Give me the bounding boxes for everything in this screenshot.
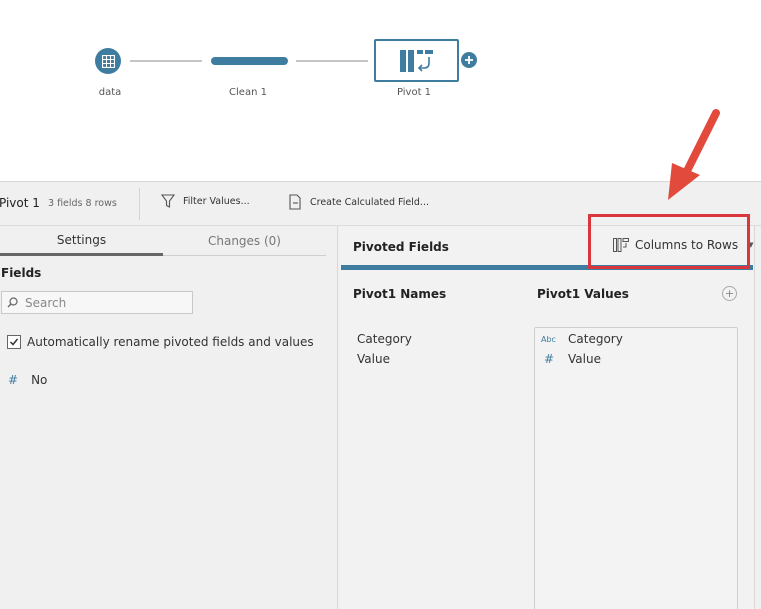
field-name: No bbox=[31, 373, 48, 387]
pivot-value-name: Category bbox=[568, 332, 623, 346]
pivot-values-list: Abc Category # Value bbox=[534, 327, 738, 609]
calculated-field-icon bbox=[289, 194, 301, 210]
pivot-names-heading: Pivot1 Names bbox=[353, 287, 447, 301]
pivot-values-heading: Pivot1 Values bbox=[537, 287, 629, 301]
settings-pane: Settings Changes (0) Fields Search Autom… bbox=[0, 226, 338, 609]
columns-to-rows-icon bbox=[613, 238, 629, 252]
add-step-button[interactable] bbox=[461, 52, 477, 68]
filter-icon bbox=[161, 194, 175, 208]
tab-settings[interactable]: Settings bbox=[0, 226, 163, 256]
filter-values-button[interactable]: Filter Values... bbox=[161, 194, 250, 209]
step-name[interactable]: Pivot 1 bbox=[0, 196, 40, 210]
auto-rename-checkbox[interactable] bbox=[7, 335, 21, 349]
pivoted-fields-pane: Pivoted Fields Columns to Rows ▼ Pivot1 … bbox=[339, 226, 755, 609]
node-label: Clean 1 bbox=[229, 87, 267, 98]
auto-rename-label: Automatically rename pivoted fields and … bbox=[27, 335, 314, 349]
tab-changes[interactable]: Changes (0) bbox=[163, 226, 326, 256]
connector-line bbox=[130, 60, 202, 62]
search-input[interactable]: Search bbox=[1, 291, 193, 314]
plus-icon: + bbox=[724, 287, 735, 300]
input-node-data[interactable] bbox=[95, 48, 121, 74]
pivot-name-item[interactable]: Value bbox=[357, 352, 390, 366]
step-meta: 3 fields 8 rows bbox=[48, 198, 117, 209]
connector-line bbox=[296, 60, 368, 62]
pivot-value-item[interactable]: Abc Category bbox=[541, 332, 623, 346]
field-item-no[interactable]: # No bbox=[8, 373, 47, 387]
search-placeholder: Search bbox=[25, 295, 67, 310]
node-label: Pivot 1 bbox=[396, 87, 432, 98]
pivot-value-name: Value bbox=[568, 352, 601, 366]
clean-step-node[interactable] bbox=[211, 57, 288, 65]
number-type-icon: # bbox=[544, 352, 555, 366]
app-root: data Clean 1 Pivot 1 Pivot 1 3 fields 8 … bbox=[0, 0, 761, 609]
chevron-down-icon: ▼ bbox=[748, 241, 754, 249]
checkmark-icon bbox=[9, 338, 19, 346]
number-type-icon: # bbox=[8, 373, 19, 387]
pivot-value-item[interactable]: # Value bbox=[541, 352, 601, 366]
pivot-mode-label: Columns to Rows bbox=[635, 238, 739, 252]
pivot-mode-dropdown[interactable]: Columns to Rows ▼ bbox=[613, 238, 753, 252]
plus-icon bbox=[465, 56, 473, 64]
step-toolbar: Pivot 1 3 fields 8 rows Filter Values...… bbox=[0, 182, 761, 226]
filter-values-label: Filter Values... bbox=[183, 196, 250, 207]
pivot-icon bbox=[399, 49, 433, 72]
fields-heading: Fields bbox=[1, 266, 42, 280]
pivoted-fields-title: Pivoted Fields bbox=[353, 240, 449, 254]
toolbar-divider bbox=[139, 188, 140, 220]
flow-canvas: data Clean 1 Pivot 1 bbox=[0, 0, 761, 181]
node-label: data bbox=[98, 87, 122, 98]
auto-rename-option[interactable]: Automatically rename pivoted fields and … bbox=[7, 335, 314, 349]
create-calculated-field-button[interactable]: Create Calculated Field... bbox=[288, 194, 429, 210]
pivot-step-node[interactable] bbox=[374, 39, 459, 82]
string-type-icon: Abc bbox=[541, 334, 556, 344]
step-panel: Pivot 1 3 fields 8 rows Filter Values...… bbox=[0, 181, 761, 609]
create-calculated-field-label: Create Calculated Field... bbox=[310, 196, 429, 208]
search-icon bbox=[7, 297, 18, 308]
add-pivot-column-button[interactable]: + bbox=[722, 286, 737, 301]
table-icon bbox=[101, 54, 115, 68]
pivot-name-item[interactable]: Category bbox=[357, 332, 412, 346]
pivot-accent-bar bbox=[341, 265, 753, 270]
